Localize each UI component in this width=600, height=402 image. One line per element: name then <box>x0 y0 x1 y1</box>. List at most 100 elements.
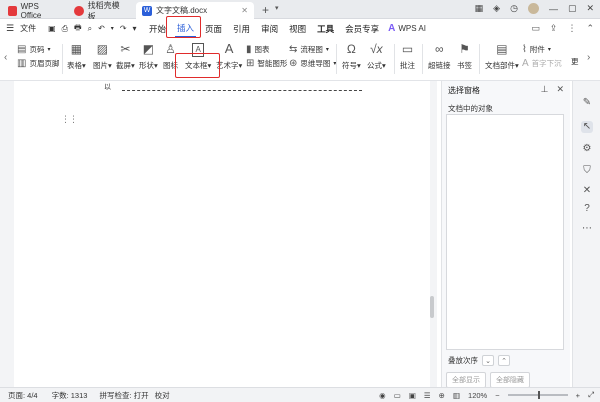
pin-icon[interactable]: ⊥ <box>541 84 549 95</box>
clock-icon[interactable]: ◷ <box>510 3 518 14</box>
page-indicator[interactable]: 页面: 4/4 <box>8 390 38 401</box>
chevron-down-icon[interactable]: ▾ <box>275 4 279 12</box>
move-up-button[interactable]: ⌃ <box>498 355 510 366</box>
avatar[interactable] <box>527 3 539 14</box>
edit-icon[interactable]: ✎ <box>581 97 593 109</box>
reading-view-icon[interactable]: ▥ <box>453 391 460 400</box>
symbol-button[interactable]: Ω 符号▾ <box>342 43 361 71</box>
page-number-button[interactable]: ▤ 页码 ▾ <box>17 44 50 55</box>
more-icon[interactable]: ⋮ <box>567 23 576 34</box>
zoom-in-icon[interactable]: + <box>576 391 580 400</box>
ribbon-toolbar: ‹ ▤ 页码 ▾ ▥ 页眉页脚 ▦ 表格▾ ▨ 图片▾ ✂ 截屏▾ ◩ 形状▾ ♙… <box>0 38 600 81</box>
vertical-scrollbar[interactable] <box>430 296 434 318</box>
omega-icon: Ω <box>346 42 356 56</box>
spell-check[interactable]: 拼写检查: 打开 <box>99 390 148 401</box>
save-icon[interactable]: ▣ <box>48 24 56 33</box>
label: 页眉页脚 <box>29 59 60 68</box>
document-text[interactable]: 以 <box>104 82 111 92</box>
screenshot-button[interactable]: ✂ 截屏▾ <box>116 43 135 71</box>
zoom-out-icon[interactable]: − <box>495 391 499 400</box>
undo-icon[interactable]: ↶ <box>98 24 105 33</box>
collapse-ribbon-icon[interactable]: ⌃ <box>586 23 594 34</box>
hyperlink-button[interactable]: ∞ 超链接 <box>428 43 451 71</box>
print-icon[interactable]: 🖶 <box>74 22 82 36</box>
tab-member[interactable]: 会员专享 <box>343 21 381 37</box>
attachment-button[interactable]: ⌇ 附件 ▾ <box>522 44 551 55</box>
image-button[interactable]: ▨ 图片▾ <box>93 43 112 71</box>
word-doc-icon: W <box>142 5 152 16</box>
page-view-icon[interactable]: ▭ <box>394 391 401 400</box>
label: 图片 <box>93 61 108 70</box>
file-menu[interactable]: 文件 <box>20 23 36 34</box>
flowchart-button[interactable]: ⇆ 流程图 ▾ <box>289 44 329 55</box>
shape-button[interactable]: ◩ 形状▾ <box>139 43 158 71</box>
share-icon[interactable]: ⇪ <box>550 23 558 34</box>
tab-wps-office[interactable]: WPS Office <box>2 2 62 20</box>
drag-handle-icon[interactable]: ⋮⋮ <box>61 115 78 124</box>
label: 流程图 <box>300 45 323 54</box>
mindmap-button[interactable]: ⊛ 思维导图 ▾ <box>289 58 336 69</box>
word-count[interactable]: 字数: 1313 <box>52 390 88 401</box>
cube-icon[interactable]: ◈ <box>493 3 500 14</box>
maximize-icon[interactable]: ▢ <box>568 3 577 14</box>
eye-icon[interactable]: ◉ <box>379 391 386 400</box>
hamburger-icon[interactable]: ☰ <box>6 23 14 34</box>
formula-button[interactable]: √x 公式▾ <box>367 43 386 71</box>
drop-cap-icon: A <box>522 58 529 69</box>
export-icon[interactable]: ⎙ <box>62 24 68 34</box>
new-tab-button[interactable]: + <box>262 3 269 17</box>
wordart-icon: A <box>224 41 234 56</box>
show-all-button[interactable]: 全部显示 <box>446 372 486 388</box>
drop-cap-button[interactable]: A 首字下沉 <box>522 58 562 69</box>
label: 更 <box>571 57 579 66</box>
tab-references[interactable]: 引用 <box>231 21 252 37</box>
order-label: 叠放次序 <box>448 356 478 365</box>
print-layout-icon[interactable]: ▣ <box>409 391 416 400</box>
chart-button[interactable]: ▮ 图表 <box>246 44 270 55</box>
comment-button[interactable]: ▭ 批注 <box>400 43 415 71</box>
zoom-knob[interactable] <box>537 391 540 399</box>
chevron-right-icon[interactable]: › <box>587 52 590 63</box>
outline-view-icon[interactable]: ☰ <box>424 391 431 400</box>
help-icon[interactable]: ? <box>581 203 593 215</box>
redo-icon[interactable]: ↷ <box>120 24 127 33</box>
select-cursor-icon[interactable]: ↖ <box>581 121 593 133</box>
tab-page[interactable]: 页面 <box>203 21 224 37</box>
close-window-icon[interactable]: ✕ <box>586 3 594 14</box>
hide-all-button[interactable]: 全部隐藏 <box>490 372 530 388</box>
print-preview-icon[interactable]: ⌕ <box>88 24 92 34</box>
more-button[interactable]: 更 <box>571 56 579 67</box>
chevron-down-icon[interactable]: ▾ <box>111 25 114 32</box>
comment-icon[interactable]: ▭ <box>531 23 540 34</box>
tab-home[interactable]: 开始 <box>147 21 168 37</box>
tab-tools[interactable]: 工具 <box>315 21 336 37</box>
proof-status[interactable]: 校对 <box>155 390 170 401</box>
tools-icon[interactable]: ✕ <box>581 185 593 197</box>
zoom-slider[interactable] <box>507 391 568 399</box>
smart-graphic-button[interactable]: ⊞ 智能图形 <box>246 58 287 69</box>
grid-icon[interactable]: ▦ <box>475 3 484 14</box>
fit-icon[interactable]: ⤢ <box>588 390 594 400</box>
shield-icon[interactable]: ⛉ <box>581 165 593 177</box>
doc-parts-button[interactable]: ▤ 文档部件▾ <box>485 43 519 71</box>
wps-ai-button[interactable]: A WPS AI <box>388 23 426 34</box>
settings-sliders-icon[interactable]: ⚙ <box>581 143 593 155</box>
close-pane-icon[interactable]: ✕ <box>556 84 564 95</box>
minimize-icon[interactable]: — <box>549 4 558 14</box>
more-icon[interactable]: ▾ <box>133 24 137 33</box>
tab-template[interactable]: 找稻壳模板 <box>68 1 132 21</box>
more-icon[interactable]: ⋯ <box>581 223 593 235</box>
web-view-icon[interactable]: ⊕ <box>439 391 445 400</box>
close-tab-icon[interactable]: ✕ <box>241 6 248 15</box>
objects-list[interactable] <box>446 114 564 350</box>
zoom-level[interactable]: 120% <box>468 391 487 400</box>
document-page[interactable] <box>14 81 430 387</box>
tab-review[interactable]: 审阅 <box>259 21 280 37</box>
bookmark-button[interactable]: ⚑ 书签 <box>457 43 472 71</box>
header-footer-button[interactable]: ▥ 页眉页脚 <box>17 58 59 69</box>
move-down-button[interactable]: ⌄ <box>482 355 494 366</box>
tab-view[interactable]: 视图 <box>287 21 308 37</box>
chevron-left-icon[interactable]: ‹ <box>4 52 7 63</box>
table-button[interactable]: ▦ 表格▾ <box>67 43 86 71</box>
label: 表格 <box>67 61 82 70</box>
